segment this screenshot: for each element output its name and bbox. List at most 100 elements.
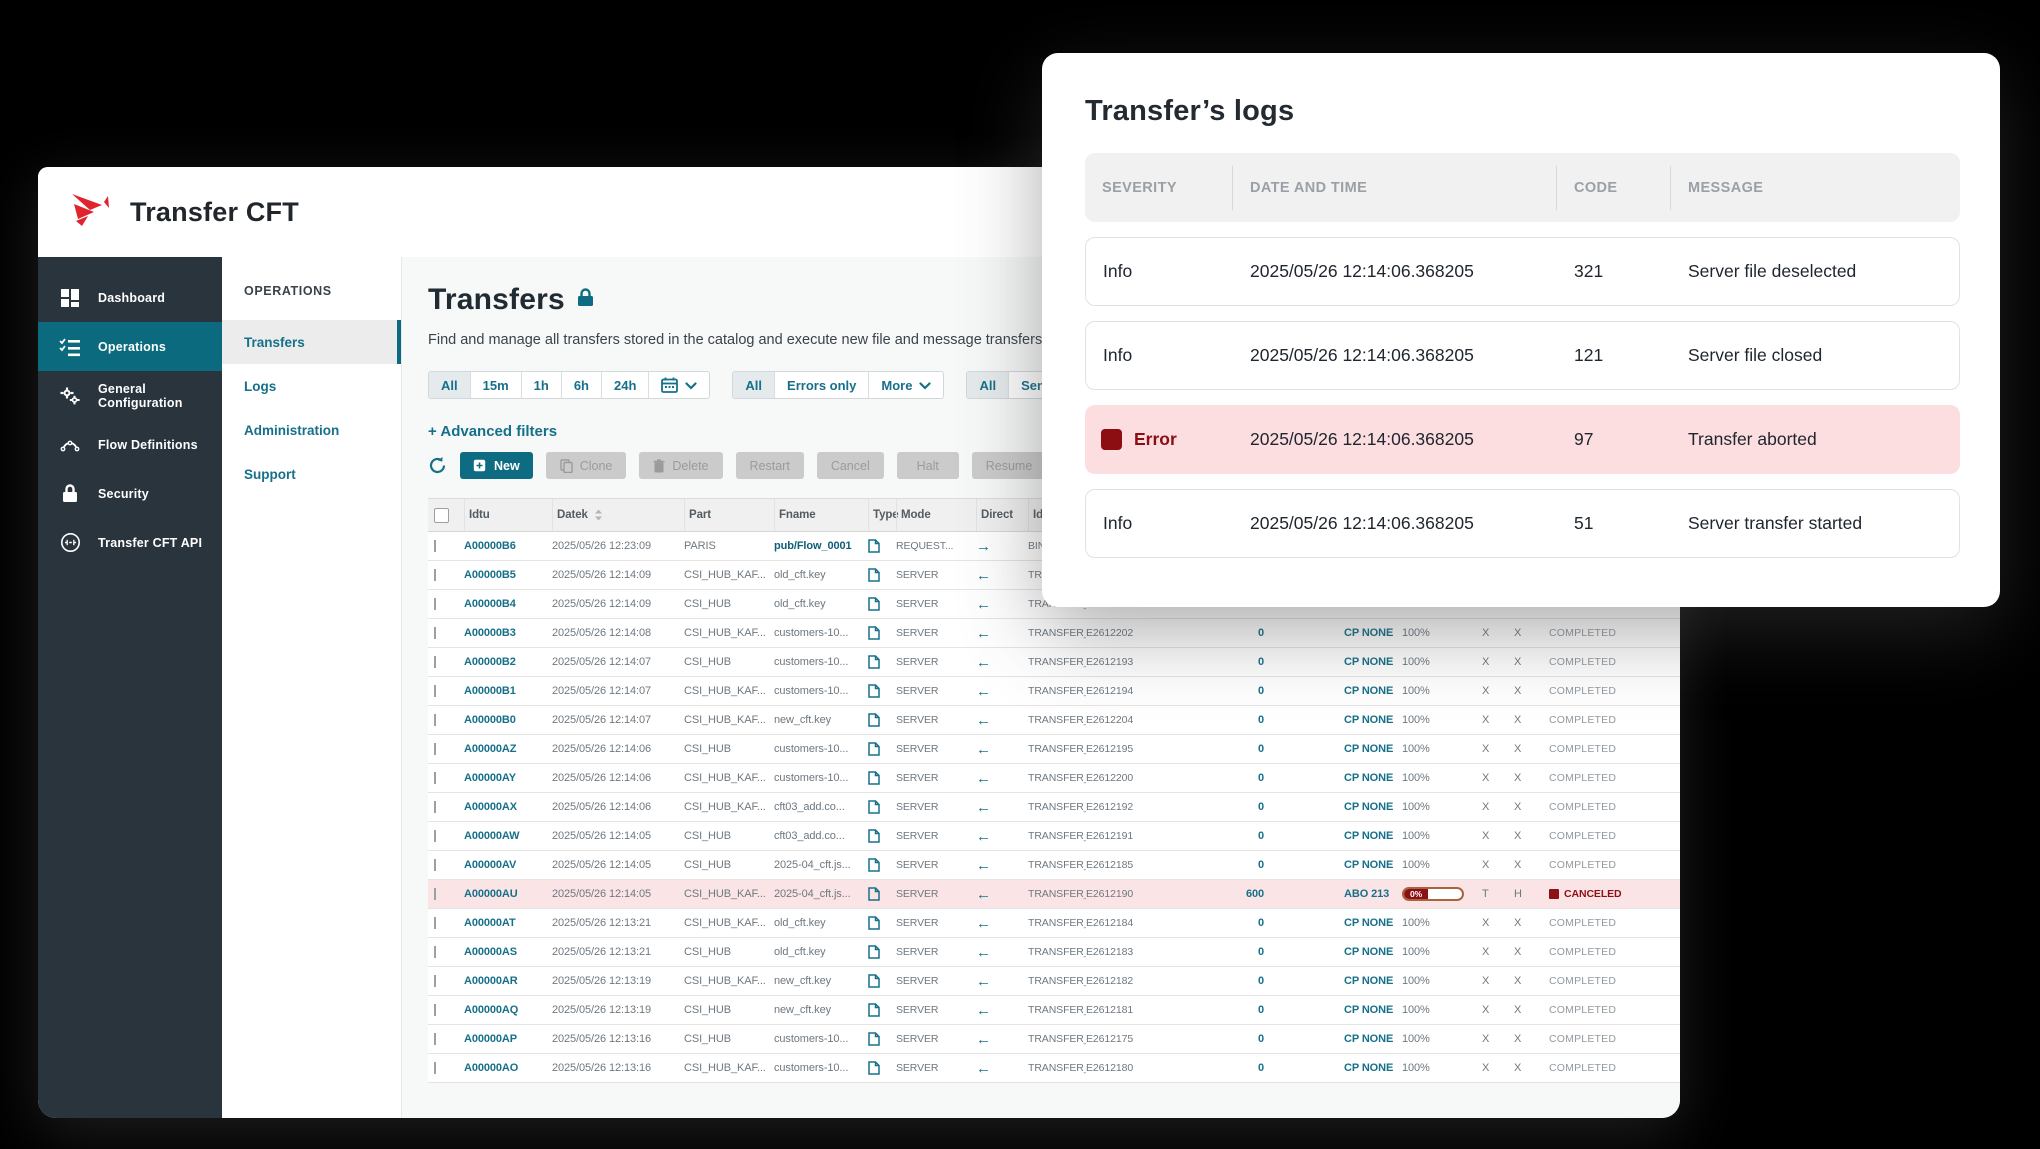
subnav-item-administration[interactable]: Administration	[222, 408, 401, 452]
sidebar-item-dashboard[interactable]: Dashboard	[38, 273, 222, 322]
time-filter-24h[interactable]: 24h	[601, 372, 648, 398]
cell-idtu[interactable]: A00000AS	[464, 946, 552, 958]
sidebar-item-transfer-cft-api[interactable]: Transfer CFT API	[38, 518, 222, 567]
cell-idtu[interactable]: A00000B1	[464, 685, 552, 697]
new-button[interactable]: New	[460, 452, 533, 479]
cell-idtu[interactable]: A00000AY	[464, 772, 552, 784]
transfer-row-a00000ao[interactable]: A00000AO2025/05/26 12:13:16CSI_HUB_KAF..…	[428, 1054, 1680, 1083]
time-filter-1h[interactable]: 1h	[521, 372, 561, 398]
cell-idtu[interactable]: A00000AU	[464, 888, 552, 900]
column-header-fname[interactable]: Fname	[774, 499, 868, 531]
transfer-row-a00000at[interactable]: A00000AT2025/05/26 12:13:21CSI_HUB_KAF..…	[428, 909, 1680, 938]
row-checkbox[interactable]	[434, 1033, 436, 1045]
direction-filter-all[interactable]: All	[967, 372, 1008, 398]
advanced-filters-link[interactable]: + Advanced filters	[428, 423, 557, 440]
column-header-idtu[interactable]: Idtu	[464, 499, 552, 531]
cell-idtu[interactable]: A00000B5	[464, 569, 552, 581]
resume-button[interactable]: Resume	[972, 452, 1047, 479]
row-checkbox[interactable]	[434, 743, 436, 755]
column-header-direct[interactable]: Direct	[976, 499, 1028, 531]
time-filter-all[interactable]: All	[429, 372, 470, 398]
status-filter-group: AllErrors onlyMore	[732, 371, 944, 399]
halt-button[interactable]: Halt	[897, 452, 959, 479]
column-header-datek[interactable]: Datek	[552, 499, 684, 531]
row-checkbox[interactable]	[434, 917, 436, 929]
transfer-row-a00000ap[interactable]: A00000AP2025/05/26 12:13:16CSI_HUBcustom…	[428, 1025, 1680, 1054]
row-checkbox[interactable]	[434, 830, 436, 842]
time-filter-15m[interactable]: 15m	[470, 372, 521, 398]
clone-button[interactable]: Clone	[546, 452, 627, 479]
row-checkbox[interactable]	[434, 772, 436, 784]
column-header-mode[interactable]: Mode	[896, 499, 976, 531]
cell-idtu[interactable]: A00000AW	[464, 830, 552, 842]
row-checkbox[interactable]	[434, 540, 436, 552]
cancel-button[interactable]: Cancel	[817, 452, 884, 479]
cell-idtu[interactable]: A00000AT	[464, 917, 552, 929]
sidebar-item-general-configuration[interactable]: General Configuration	[38, 371, 222, 420]
direction-left-icon: ←	[976, 625, 1028, 642]
file-icon	[868, 1061, 896, 1075]
cell-idtu[interactable]: A00000B4	[464, 598, 552, 610]
row-checkbox[interactable]	[434, 656, 436, 668]
transfer-row-a00000au[interactable]: A00000AU2025/05/26 12:14:05CSI_HUB_KAF..…	[428, 880, 1680, 909]
transfer-row-a00000as[interactable]: A00000AS2025/05/26 12:13:21CSI_HUBold_cf…	[428, 938, 1680, 967]
cell-datek: 2025/05/26 12:13:16	[552, 1062, 684, 1074]
column-header-type[interactable]: Type	[868, 499, 896, 531]
transfer-row-a00000b1[interactable]: A00000B12025/05/26 12:14:07CSI_HUB_KAF..…	[428, 677, 1680, 706]
column-header-part[interactable]: Part	[684, 499, 774, 531]
transfer-row-a00000ay[interactable]: A00000AY2025/05/26 12:14:06CSI_HUB_KAF..…	[428, 764, 1680, 793]
log-entry-97[interactable]: Error2025/05/26 12:14:06.36820597Transfe…	[1085, 405, 1960, 474]
log-entry-321[interactable]: Info2025/05/26 12:14:06.368205321Server …	[1085, 237, 1960, 306]
log-entry-51[interactable]: Info2025/05/26 12:14:06.36820551Server t…	[1085, 489, 1960, 558]
row-checkbox[interactable]	[434, 1062, 436, 1074]
sidebar-item-flow-definitions[interactable]: Flow Definitions	[38, 420, 222, 469]
cell-idtu[interactable]: A00000AQ	[464, 1004, 552, 1016]
row-checkbox[interactable]	[434, 859, 436, 871]
log-entry-121[interactable]: Info2025/05/26 12:14:06.368205121Server …	[1085, 321, 1960, 390]
subnav-item-logs[interactable]: Logs	[222, 364, 401, 408]
row-checkbox[interactable]	[434, 598, 436, 610]
transfer-row-a00000b3[interactable]: A00000B32025/05/26 12:14:08CSI_HUB_KAF..…	[428, 619, 1680, 648]
cell-idtu[interactable]: A00000B2	[464, 656, 552, 668]
restart-button[interactable]: Restart	[736, 452, 804, 479]
row-checkbox[interactable]	[434, 975, 436, 987]
refresh-icon[interactable]	[428, 456, 447, 475]
cell-fname[interactable]: pub/Flow_0001	[774, 540, 868, 552]
subnav-item-transfers[interactable]: Transfers	[222, 320, 401, 364]
cell-idtu[interactable]: A00000B0	[464, 714, 552, 726]
cell-idtu[interactable]: A00000AV	[464, 859, 552, 871]
transfer-row-a00000av[interactable]: A00000AV2025/05/26 12:14:05CSI_HUB2025-0…	[428, 851, 1680, 880]
transfer-row-a00000b2[interactable]: A00000B22025/05/26 12:14:07CSI_HUBcustom…	[428, 648, 1680, 677]
row-checkbox[interactable]	[434, 888, 436, 900]
transfer-row-a00000aq[interactable]: A00000AQ2025/05/26 12:13:19CSI_HUBnew_cf…	[428, 996, 1680, 1025]
cell-idtu[interactable]: A00000B3	[464, 627, 552, 639]
cell-idtu[interactable]: A00000AX	[464, 801, 552, 813]
transfer-row-a00000aw[interactable]: A00000AW2025/05/26 12:14:05CSI_HUBcft03_…	[428, 822, 1680, 851]
cell-idtu[interactable]: A00000AR	[464, 975, 552, 987]
row-checkbox[interactable]	[434, 627, 436, 639]
sidebar-item-security[interactable]: Security	[38, 469, 222, 518]
row-checkbox[interactable]	[434, 714, 436, 726]
row-checkbox[interactable]	[434, 569, 436, 581]
cell-idtu[interactable]: A00000AZ	[464, 743, 552, 755]
cell-idtu[interactable]: A00000B6	[464, 540, 552, 552]
status-filter-all[interactable]: All	[733, 372, 774, 398]
sidebar-item-operations[interactable]: Operations	[38, 322, 222, 371]
cell-idtu[interactable]: A00000AP	[464, 1033, 552, 1045]
transfer-row-a00000ax[interactable]: A00000AX2025/05/26 12:14:06CSI_HUB_KAF..…	[428, 793, 1680, 822]
status-filter-errors-only[interactable]: Errors only	[774, 372, 868, 398]
row-checkbox[interactable]	[434, 946, 436, 958]
status-filter-more[interactable]: More	[868, 372, 943, 398]
row-checkbox[interactable]	[434, 685, 436, 697]
cell-idtu[interactable]: A00000AO	[464, 1062, 552, 1074]
row-checkbox[interactable]	[434, 1004, 436, 1016]
transfer-row-a00000ar[interactable]: A00000AR2025/05/26 12:13:19CSI_HUB_KAF..…	[428, 967, 1680, 996]
row-checkbox[interactable]	[434, 801, 436, 813]
transfer-row-a00000az[interactable]: A00000AZ2025/05/26 12:14:06CSI_HUBcustom…	[428, 735, 1680, 764]
subnav-item-support[interactable]: Support	[222, 452, 401, 496]
delete-button[interactable]: Delete	[639, 452, 722, 479]
date-range-picker[interactable]	[648, 372, 709, 398]
transfer-row-a00000b0[interactable]: A00000B02025/05/26 12:14:07CSI_HUB_KAF..…	[428, 706, 1680, 735]
select-all-checkbox[interactable]	[434, 508, 449, 523]
time-filter-6h[interactable]: 6h	[561, 372, 601, 398]
